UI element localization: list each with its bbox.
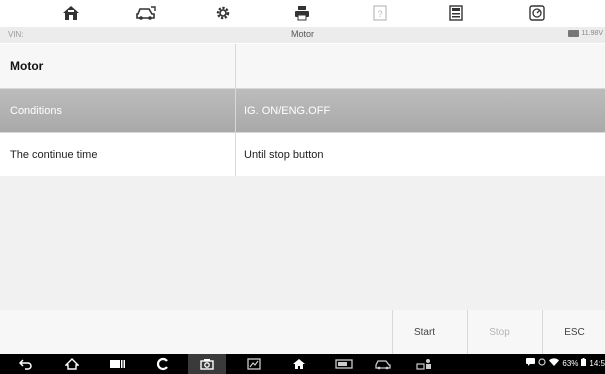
printer-icon[interactable]: [287, 2, 317, 24]
back-icon[interactable]: [18, 357, 34, 371]
voltage-value: 11.98V: [581, 30, 603, 37]
home-nav-icon[interactable]: [64, 357, 80, 371]
start-button[interactable]: Start: [392, 310, 456, 354]
car-battery-icon: [568, 30, 580, 37]
table-header-row: Motor: [0, 44, 605, 89]
svg-text:?: ?: [377, 9, 382, 19]
row-name-cell: The continue time: [0, 133, 236, 176]
action-bar: Start Stop ESC: [0, 310, 605, 354]
vehicle-icon[interactable]: [373, 357, 393, 371]
vehicle-swap-icon[interactable]: [131, 2, 161, 24]
save-icon[interactable]: [441, 2, 471, 24]
diagnostics-home-icon[interactable]: [290, 357, 308, 371]
gear-icon[interactable]: [208, 2, 238, 24]
clock: 14:5: [589, 358, 605, 368]
status-strip: VIN: Motor 11.98V: [0, 27, 605, 43]
parameter-table: Motor Conditions IG. ON/ENG.OFF The cont…: [0, 44, 605, 177]
data-logging-icon[interactable]: [522, 2, 552, 24]
wifi-icon: [549, 358, 560, 368]
camera-icon[interactable]: [198, 357, 216, 371]
stop-button[interactable]: Stop: [467, 310, 531, 354]
top-toolbar: ?: [0, 0, 605, 27]
recent-apps-icon[interactable]: [108, 357, 126, 371]
help-icon[interactable]: ?: [365, 2, 395, 24]
esc-button[interactable]: ESC: [542, 310, 605, 354]
row-value-cell: Until stop button: [244, 148, 324, 161]
screenshot-icon[interactable]: [245, 357, 263, 371]
table-row[interactable]: The continue time Until stop button: [0, 133, 605, 177]
battery-icon: [581, 358, 587, 368]
vci-icon[interactable]: [334, 357, 354, 371]
system-status-area: 63% 14:5: [526, 358, 605, 368]
row-value-cell: IG. ON/ENG.OFF: [244, 104, 331, 117]
row-name-cell: Conditions: [0, 89, 236, 132]
battery-percent: 63%: [562, 358, 579, 368]
system-navigation-bar: 63% 14:5: [0, 354, 605, 374]
table-row[interactable]: Conditions IG. ON/ENG.OFF: [0, 89, 605, 133]
home-icon[interactable]: [56, 2, 86, 24]
message-icon: [526, 358, 536, 368]
settings-status-icon: [538, 358, 547, 368]
battery-voltage: 11.98V: [568, 30, 603, 37]
empty-table-area: [0, 176, 605, 311]
header-value-cell: [236, 44, 605, 88]
remote-expert-icon[interactable]: [414, 357, 436, 371]
app-switch-icon[interactable]: [154, 357, 172, 371]
header-name-cell: Motor: [0, 44, 236, 88]
page-title: Motor: [290, 29, 314, 39]
